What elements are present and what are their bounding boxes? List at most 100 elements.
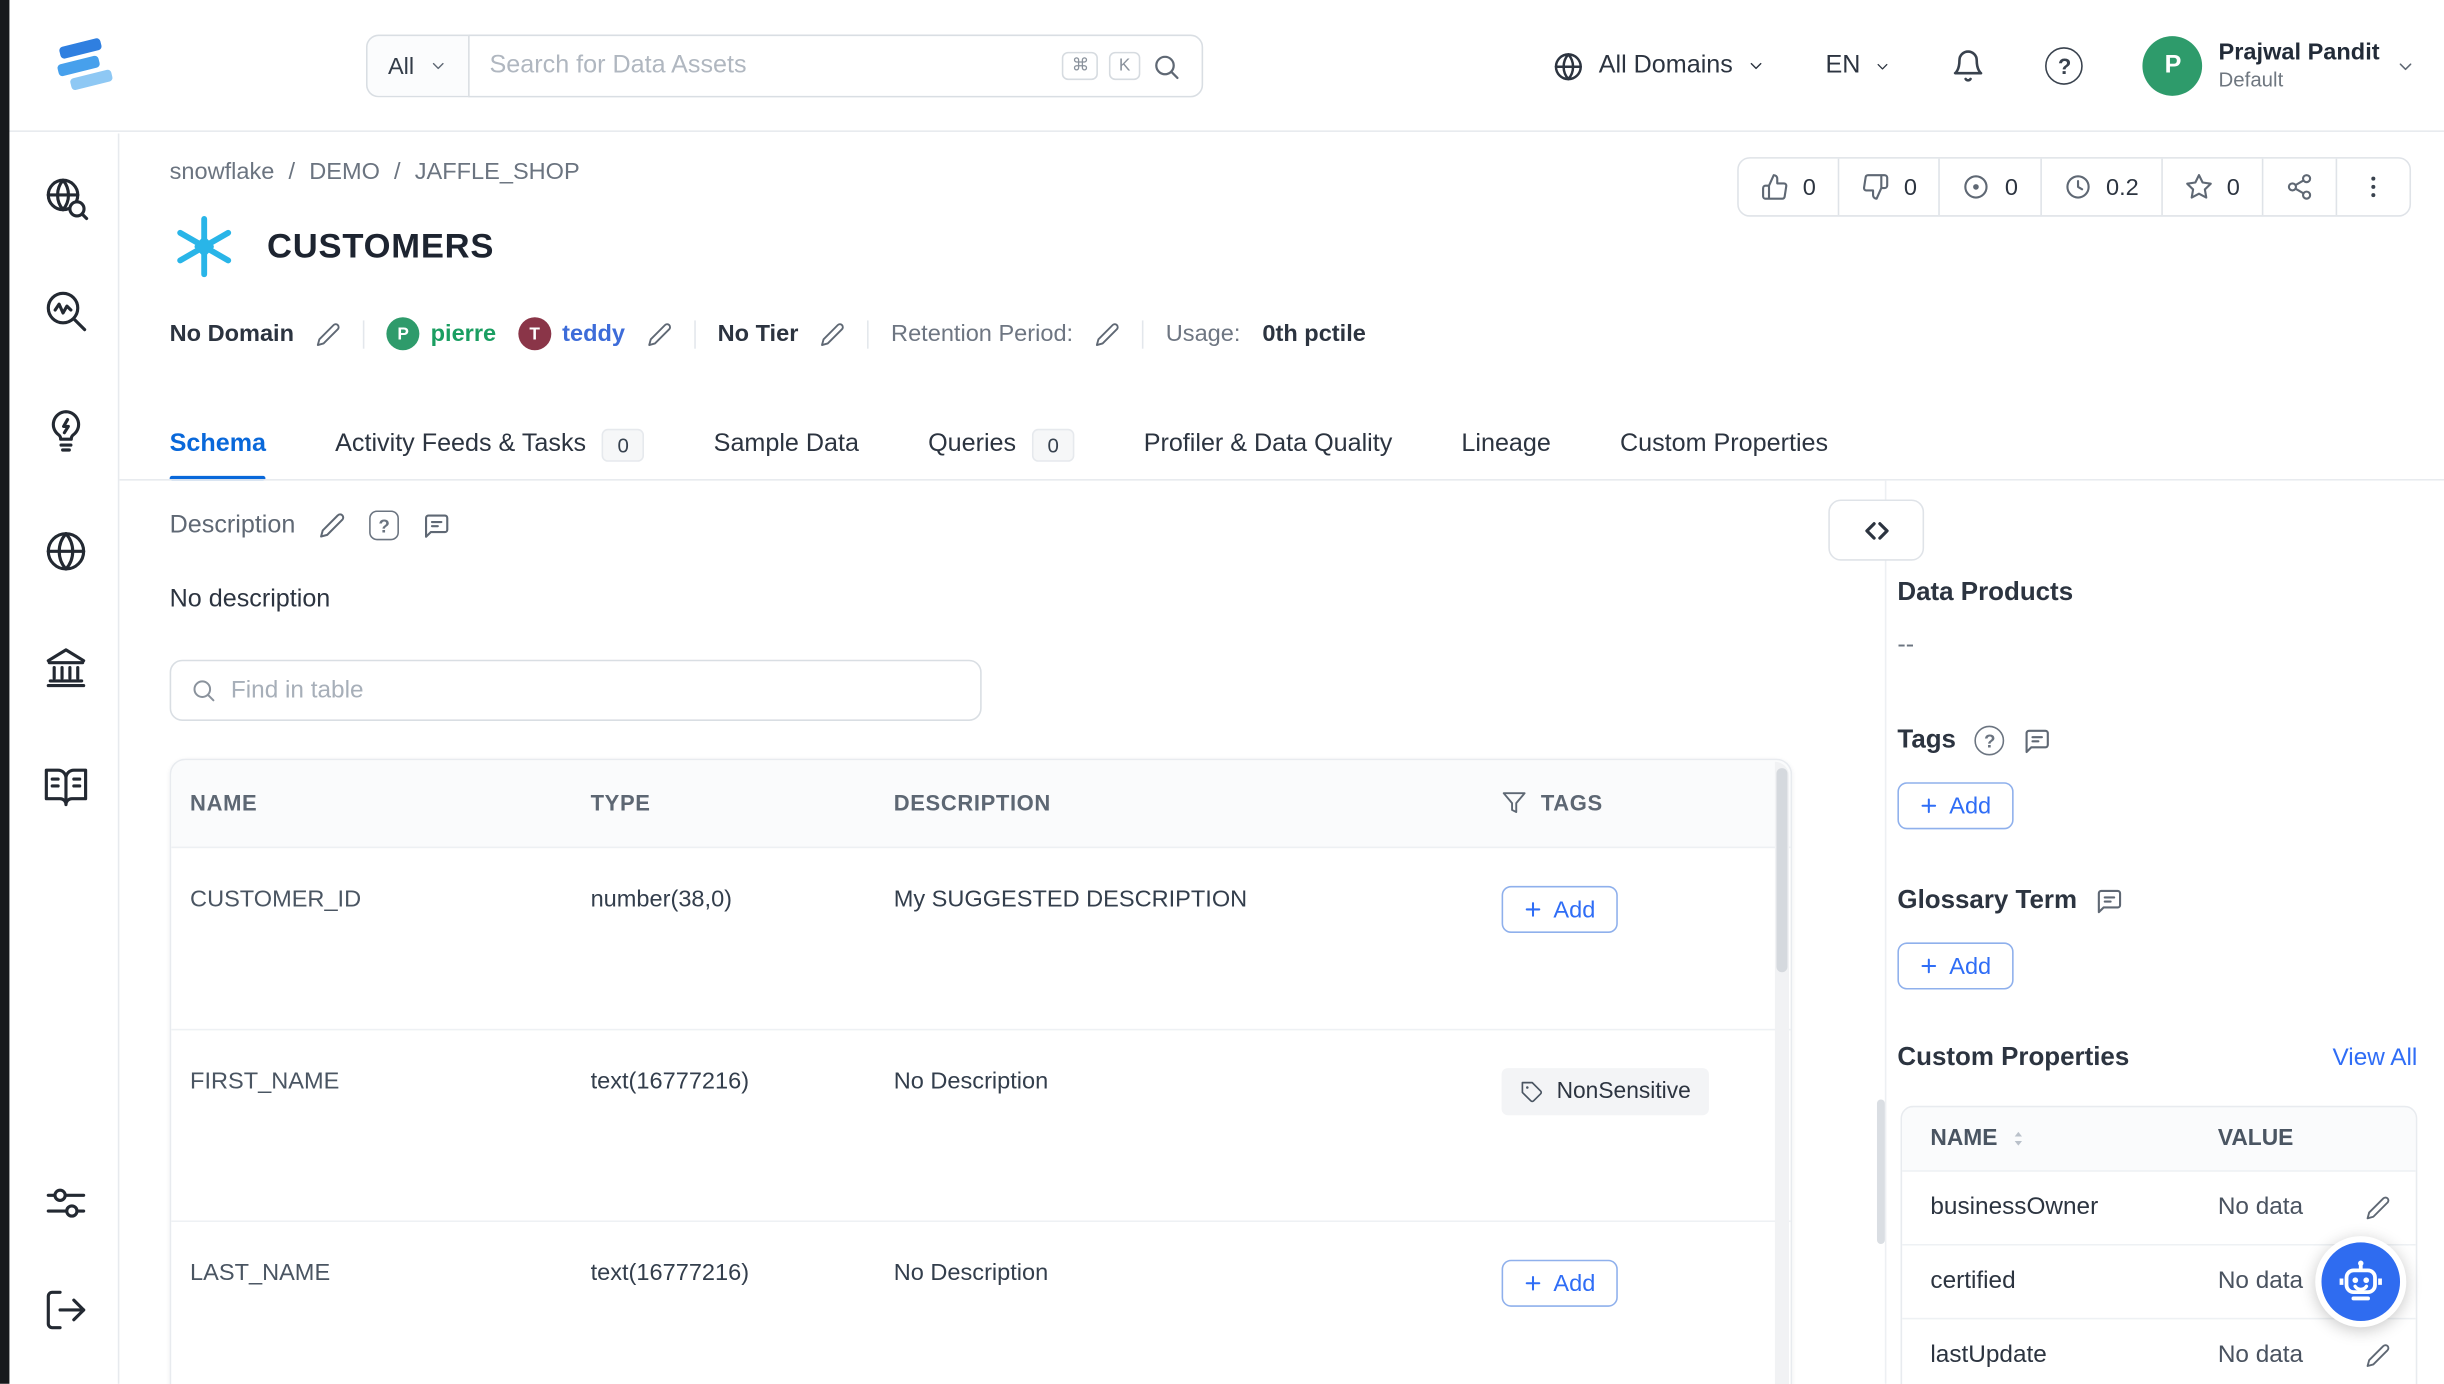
- star-button[interactable]: 0: [2162, 159, 2263, 216]
- sidebar-item-observability[interactable]: [41, 286, 91, 336]
- cp-header-name[interactable]: NAME: [1902, 1107, 2189, 1170]
- domains-dropdown[interactable]: All Domains: [1552, 49, 1766, 82]
- version-button[interactable]: 0.2: [2042, 159, 2163, 216]
- edit-property-button[interactable]: [2365, 1343, 2390, 1368]
- edit-retention-button[interactable]: [1095, 321, 1120, 346]
- sidebar-item-settings[interactable]: [41, 1178, 91, 1228]
- breadcrumb: snowflake / DEMO / JAFFLE_SHOP: [170, 159, 580, 186]
- tier-value: No Tier: [718, 320, 799, 347]
- language-dropdown[interactable]: EN: [1825, 52, 1891, 80]
- table-scrollbar[interactable]: [1775, 762, 1789, 1384]
- cp-name-label: NAME: [1930, 1126, 1997, 1151]
- filter-icon[interactable]: [1502, 790, 1527, 815]
- search-scope-select[interactable]: All: [366, 35, 468, 98]
- tab-sample-data[interactable]: Sample Data: [714, 408, 859, 480]
- find-in-table-input[interactable]: [231, 676, 961, 704]
- tab-custom-properties[interactable]: Custom Properties: [1620, 408, 1828, 480]
- column-header-type[interactable]: TYPE: [572, 760, 875, 846]
- glossary-comments-button[interactable]: [2096, 887, 2124, 915]
- add-tag-button[interactable]: Add: [1502, 886, 1618, 933]
- collapse-panel-button[interactable]: [1828, 499, 1924, 560]
- more-actions-button[interactable]: [2337, 159, 2409, 216]
- upvote-button[interactable]: 0: [1738, 159, 1839, 216]
- sidebar-item-knowledge[interactable]: [41, 762, 91, 812]
- sidebar-item-insights[interactable]: [41, 405, 91, 455]
- breadcrumb-service[interactable]: snowflake: [170, 159, 275, 186]
- chevron-down-icon: [1875, 57, 1892, 74]
- edit-domain-button[interactable]: [316, 321, 341, 346]
- downvote-button[interactable]: 0: [1839, 159, 1940, 216]
- downvote-count: 0: [1904, 174, 1917, 201]
- kebab-menu-icon: [2359, 173, 2387, 201]
- divider: [1142, 320, 1144, 348]
- user-team: Default: [2219, 68, 2380, 94]
- notifications-button[interactable]: [1952, 49, 1987, 84]
- tags-help-button[interactable]: ?: [1975, 726, 2005, 756]
- column-header-description[interactable]: DESCRIPTION: [875, 760, 1483, 846]
- thumbs-up-icon: [1760, 173, 1788, 201]
- breadcrumb-database[interactable]: DEMO: [309, 159, 380, 186]
- add-label: Add: [1553, 896, 1595, 923]
- share-button[interactable]: [2263, 159, 2337, 216]
- cell-column-tags: Add: [1483, 1222, 1791, 1326]
- edit-owners-button[interactable]: [647, 321, 672, 346]
- add-tags-button[interactable]: Add: [1897, 782, 2013, 829]
- tasks-button[interactable]: 0: [1941, 159, 2042, 216]
- code-collapse-icon: [1859, 513, 1894, 548]
- column-header-name[interactable]: NAME: [171, 760, 572, 846]
- panel-scrollbar-thumb[interactable]: [1877, 1099, 1885, 1244]
- chat-bot-button[interactable]: [2315, 1236, 2406, 1327]
- data-products-value: --: [1897, 631, 1914, 659]
- tab-lineage[interactable]: Lineage: [1461, 408, 1550, 480]
- tab-schema[interactable]: Schema: [170, 408, 266, 480]
- tag-chip-nonsensitive[interactable]: NonSensitive: [1502, 1068, 1710, 1115]
- search-icon[interactable]: [1151, 51, 1181, 81]
- sidebar-item-domains[interactable]: [41, 526, 91, 576]
- tab-profiler[interactable]: Profiler & Data Quality: [1144, 408, 1393, 480]
- search-input[interactable]: [490, 52, 1052, 80]
- k-keycap: K: [1109, 52, 1139, 80]
- sidebar-item-govern[interactable]: [41, 642, 91, 692]
- edit-description-button[interactable]: [319, 512, 346, 539]
- add-tag-button[interactable]: Add: [1502, 1260, 1618, 1307]
- tab-label: Sample Data: [714, 430, 859, 458]
- search-box: ⌘ K: [468, 35, 1203, 98]
- breadcrumb-schema[interactable]: JAFFLE_SHOP: [415, 159, 580, 186]
- owner-link-pierre[interactable]: pierre: [431, 320, 497, 347]
- user-menu[interactable]: P Prajwal Pandit Default: [2143, 36, 2416, 96]
- tab-queries[interactable]: Queries 0: [928, 408, 1074, 480]
- entity-title-row: CUSTOMERS: [170, 212, 495, 281]
- table-row: CUSTOMER_ID number(38,0) My SUGGESTED DE…: [171, 848, 1790, 1030]
- sidebar-item-explore[interactable]: [41, 173, 91, 223]
- app-logo[interactable]: [44, 25, 126, 107]
- cell-column-tags: NonSensitive: [1483, 1030, 1791, 1134]
- scrollbar-thumb[interactable]: [1776, 768, 1787, 972]
- cp-header-value: VALUE: [2190, 1107, 2416, 1170]
- cell-column-description: No Description: [875, 1030, 1483, 1134]
- cp-property-value: No data: [2190, 1319, 2416, 1384]
- add-glossary-term-button[interactable]: Add: [1897, 942, 2013, 989]
- tab-activity-feeds[interactable]: Activity Feeds & Tasks 0: [335, 408, 644, 480]
- pencil-icon: [319, 512, 346, 539]
- search-scope-value: All: [388, 53, 414, 80]
- edit-tier-button[interactable]: [820, 321, 845, 346]
- sidebar-item-logout[interactable]: [41, 1285, 91, 1335]
- tags-comments-button[interactable]: [2024, 726, 2052, 754]
- cp-property-name: certified: [1902, 1246, 2189, 1318]
- tab-label: Schema: [170, 430, 266, 458]
- column-header-tags[interactable]: TAGS: [1483, 760, 1791, 846]
- help-button[interactable]: ?: [2046, 47, 2084, 85]
- tags-label: Tags: [1897, 726, 1956, 756]
- schema-table: NAME TYPE DESCRIPTION TAGS CUSTOMER_ID n…: [170, 759, 1793, 1384]
- edit-property-button[interactable]: [2365, 1195, 2390, 1220]
- pencil-icon: [2365, 1343, 2390, 1368]
- owner-teddy: T teddy: [518, 317, 625, 350]
- description-help-button[interactable]: ?: [369, 510, 399, 540]
- owner-link-teddy[interactable]: teddy: [562, 320, 625, 347]
- pencil-icon: [647, 321, 672, 346]
- domains-label: All Domains: [1599, 52, 1733, 80]
- description-comments-button[interactable]: [423, 511, 451, 539]
- description-value: No description: [170, 586, 331, 614]
- view-all-link[interactable]: View All: [2332, 1044, 2417, 1072]
- sort-arrows-icon[interactable]: [2007, 1128, 2029, 1150]
